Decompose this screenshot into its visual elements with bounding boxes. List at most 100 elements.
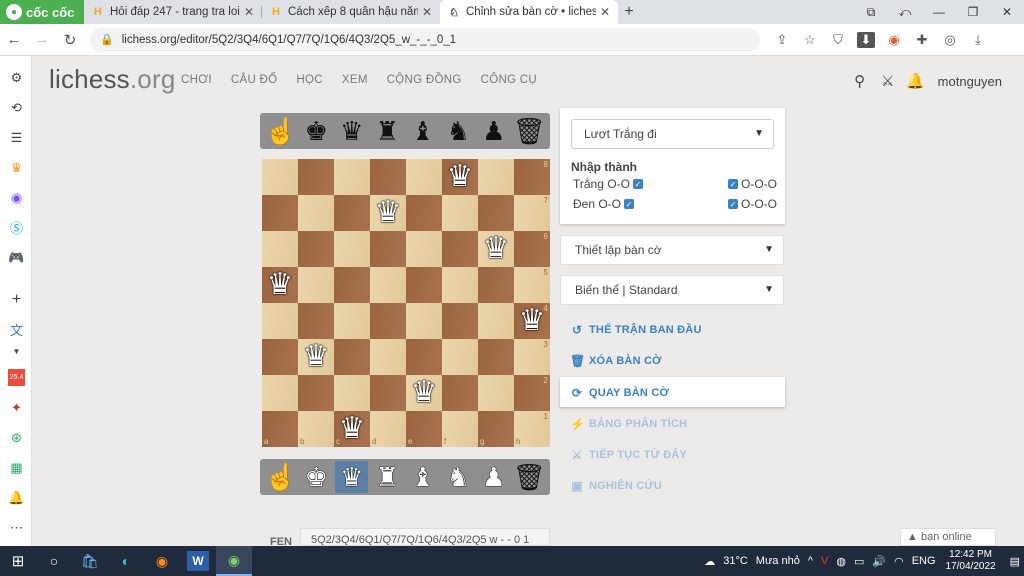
square-h8[interactable]: 8 <box>514 159 550 195</box>
square-h3[interactable]: 3 <box>514 339 550 375</box>
square-d4[interactable] <box>370 303 406 339</box>
firefox-icon[interactable]: ◉ <box>144 546 180 576</box>
language-indicator[interactable]: ENG <box>912 555 936 567</box>
wifi-icon[interactable]: ◠ <box>894 555 904 568</box>
skype-icon[interactable]: Ⓢ <box>8 219 25 236</box>
site-logo[interactable]: lichess.org <box>49 64 175 95</box>
black-bishop-piece[interactable]: ♝ <box>406 115 439 147</box>
browser-brand[interactable]: ● cốc cốc <box>0 0 84 24</box>
study-button[interactable]: ▣ NGHIÊN CỨU <box>570 479 662 493</box>
shield-icon[interactable]: ⛉ <box>824 32 852 48</box>
game-app-icon[interactable]: ✦ <box>8 399 25 416</box>
black-long-castle-checkbox[interactable]: ✓ <box>728 199 738 209</box>
square-a4[interactable] <box>262 303 298 339</box>
square-d1[interactable]: d <box>370 411 406 447</box>
variant-select[interactable]: Biến thể | Standard ▼ <box>560 275 784 305</box>
nav-item-learn[interactable]: HỌC <box>296 74 322 86</box>
edge-icon[interactable]: ◐ <box>108 546 144 576</box>
volume-icon[interactable]: 🔊 <box>872 555 886 568</box>
square-g1[interactable]: g <box>478 411 514 447</box>
white-long-castle-checkbox[interactable]: ✓ <box>728 179 738 189</box>
tab-search-icon[interactable]: ⧉ <box>854 5 888 20</box>
square-b3[interactable]: ♛ <box>298 339 334 375</box>
square-a3[interactable] <box>262 339 298 375</box>
starting-position-button[interactable]: ↺ THẾ TRẬN BAN ĐẦU <box>570 323 702 337</box>
black-king-piece[interactable]: ♚ <box>300 115 333 147</box>
white-short-castle-checkbox[interactable]: ✓ <box>632 179 643 189</box>
square-c4[interactable] <box>334 303 370 339</box>
pointer-hand-icon[interactable]: ☝ <box>264 461 297 493</box>
restore-icon[interactable]: ❐ <box>956 5 990 19</box>
black-queen-piece[interactable]: ♛ <box>335 115 368 147</box>
square-f2[interactable] <box>442 375 478 411</box>
square-e8[interactable] <box>406 159 442 195</box>
trash-icon[interactable]: 🗑 <box>513 461 546 493</box>
square-b8[interactable] <box>298 159 334 195</box>
square-d8[interactable] <box>370 159 406 195</box>
more-options-icon[interactable]: ⋯ <box>8 519 25 536</box>
nav-item-watch[interactable]: XEM <box>342 74 368 86</box>
square-d3[interactable] <box>370 339 406 375</box>
white-queen-piece[interactable]: ♛ <box>447 162 474 192</box>
square-g5[interactable] <box>478 267 514 303</box>
tray-chevron-icon[interactable]: ^ <box>808 555 813 567</box>
flip-board-button[interactable]: ⟳ QUAY BÀN CỜ <box>570 386 669 400</box>
nav-item-community[interactable]: CỘNG ĐỒNG <box>387 74 462 86</box>
coccoc-taskbar-icon[interactable]: ◉ <box>216 546 252 576</box>
square-c5[interactable] <box>334 267 370 303</box>
white-queen-piece[interactable]: ♛ <box>303 342 330 372</box>
notification-bell-icon[interactable]: 🔔 <box>8 489 25 506</box>
url-field[interactable]: 🔒 lichess.org/editor/5Q2/3Q4/6Q1/Q7/7Q/1… <box>90 27 760 52</box>
square-a5[interactable]: ♛ <box>262 267 298 303</box>
translate-icon[interactable]: 文 <box>8 321 25 338</box>
square-d2[interactable] <box>370 375 406 411</box>
search-icon[interactable]: ⚲ <box>846 72 874 90</box>
bookmark-star-icon[interactable]: ☆ <box>796 32 824 48</box>
share-icon[interactable]: ⇪ <box>768 32 796 48</box>
crown-icon[interactable]: ♛ <box>8 159 25 176</box>
square-f3[interactable] <box>442 339 478 375</box>
search-circle-icon[interactable]: ○ <box>36 546 72 576</box>
white-pawn-piece[interactable]: ♟ <box>477 461 510 493</box>
messenger-icon[interactable]: ◉ <box>8 189 25 206</box>
square-f6[interactable] <box>442 231 478 267</box>
white-bishop-piece[interactable]: ♝ <box>406 461 439 493</box>
gamepad-icon[interactable]: 🎮 <box>8 249 25 266</box>
continue-from-here-button[interactable]: ⚔ TIẾP TỤC TỪ ĐÂY <box>570 448 687 462</box>
close-window-icon[interactable]: ✕ <box>990 5 1024 19</box>
online-friends-toggle[interactable]: ▲ bạn online <box>900 528 996 546</box>
black-rook-piece[interactable]: ♜ <box>371 115 404 147</box>
square-b5[interactable] <box>298 267 334 303</box>
notification-center-icon[interactable]: ▤ <box>1010 555 1020 568</box>
extensions-icon[interactable]: ✚ <box>908 32 936 48</box>
white-rook-piece[interactable]: ♜ <box>371 461 404 493</box>
square-g3[interactable] <box>478 339 514 375</box>
square-h6[interactable]: 6 <box>514 231 550 267</box>
square-f4[interactable] <box>442 303 478 339</box>
downloads-icon[interactable]: ⤓ <box>964 32 992 48</box>
square-d6[interactable] <box>370 231 406 267</box>
square-d5[interactable] <box>370 267 406 303</box>
forward-arrow-icon[interactable]: → <box>28 31 56 48</box>
square-h5[interactable]: 5 <box>514 267 550 303</box>
square-g8[interactable] <box>478 159 514 195</box>
close-tab-icon[interactable]: ✕ <box>244 5 254 19</box>
white-queen-piece-selected[interactable]: ♛ <box>335 461 369 493</box>
white-king-piece[interactable]: ♚ <box>300 461 333 493</box>
browser-tab-3-active[interactable]: ♘ Chỉnh sửa bàn cờ • lichess.or ✕ <box>440 0 618 24</box>
square-f1[interactable]: f <box>442 411 478 447</box>
square-h1[interactable]: 1h <box>514 411 550 447</box>
clock[interactable]: 12:42 PM 17/04/2022 <box>946 549 996 573</box>
chess-board[interactable]: ♛ 8 ♛ 7 ♛ 6 ♛ 5 ♛ 4 ♛ 3 ♛ 2 a b ♛ c d e f g 1 h <box>262 159 550 447</box>
add-icon[interactable]: + <box>8 291 25 308</box>
white-queen-piece[interactable]: ♛ <box>375 198 402 228</box>
square-f7[interactable] <box>442 195 478 231</box>
profile-icon[interactable]: ◎ <box>936 32 964 48</box>
white-queen-piece[interactable]: ♛ <box>339 414 366 444</box>
square-h2[interactable]: 2 <box>514 375 550 411</box>
browser-tab-2[interactable]: H Cách xếp 8 quân hậu nằm tre ✕ <box>262 0 440 24</box>
black-knight-piece[interactable]: ♞ <box>442 115 475 147</box>
close-tab-icon[interactable]: ✕ <box>600 5 610 19</box>
white-queen-piece[interactable]: ♛ <box>411 378 438 408</box>
back-icon[interactable]: ⤺ <box>888 5 922 20</box>
